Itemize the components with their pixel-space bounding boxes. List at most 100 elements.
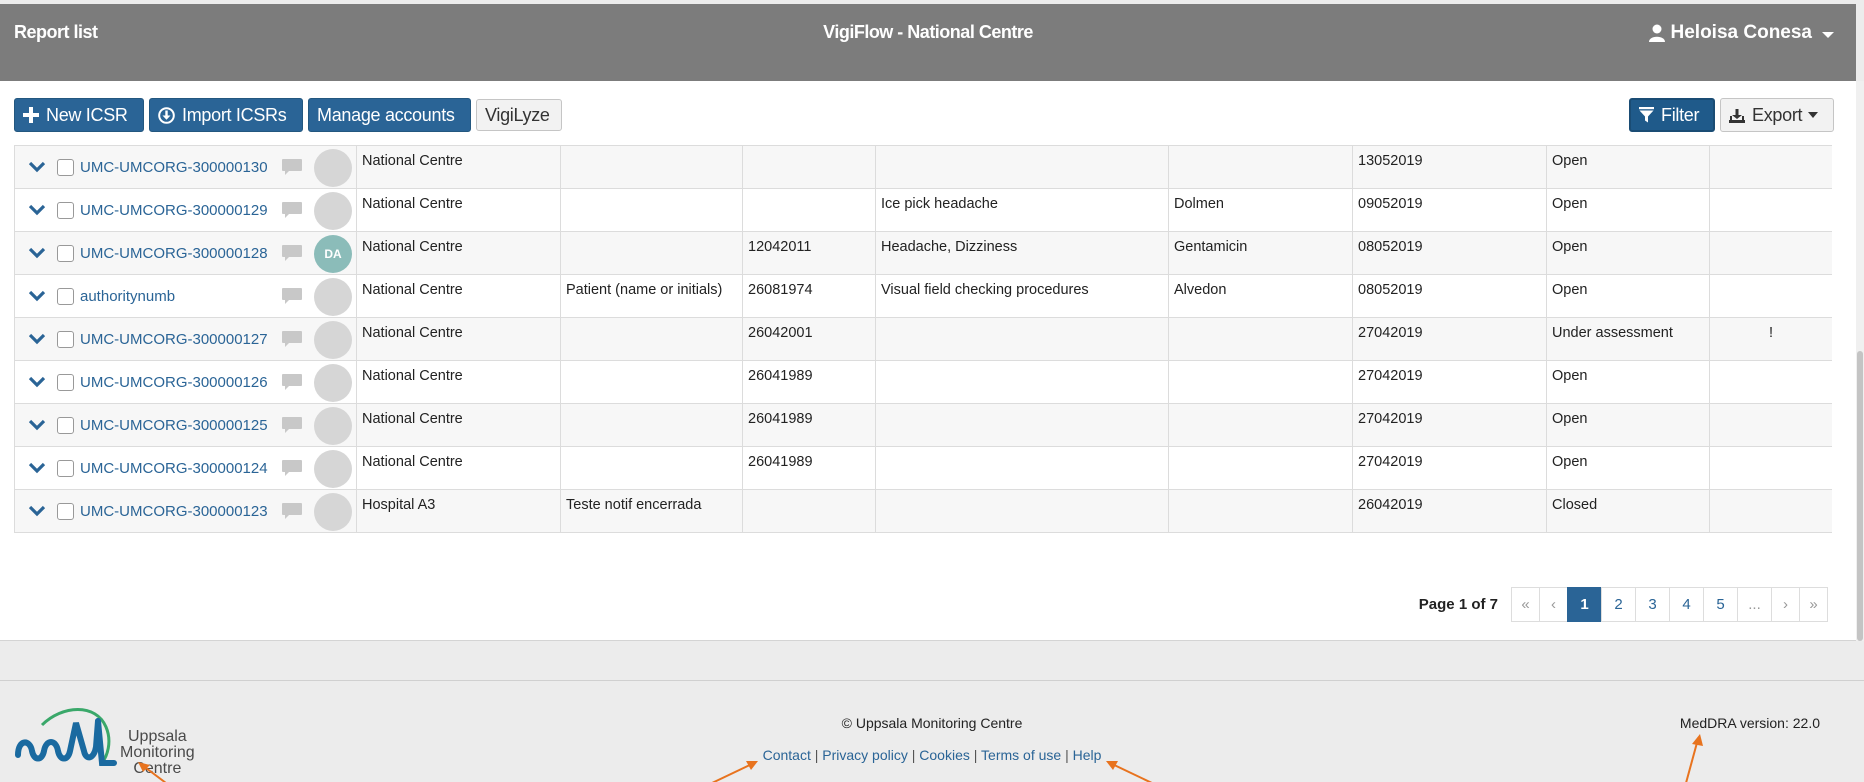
comment-icon[interactable] xyxy=(282,202,302,218)
table-row[interactable]: authoritynumb National Centre Patient (nam… xyxy=(14,274,1832,318)
row-checkbox[interactable] xyxy=(57,330,74,348)
row-checkbox[interactable] xyxy=(57,502,74,520)
chevron-down-icon[interactable] xyxy=(29,290,45,302)
privacy-policy-link[interactable]: Privacy policy xyxy=(822,747,908,763)
cell-flag xyxy=(1709,446,1832,490)
cell-dob: 26041989 xyxy=(742,360,876,404)
row-checkbox[interactable] xyxy=(57,244,74,262)
cell-date: 08052019 xyxy=(1352,231,1547,275)
table-row[interactable]: UMC-UMCORG-300000124 National Centre 26041… xyxy=(14,446,1832,490)
comment-icon[interactable] xyxy=(282,374,302,390)
row-controls-cell: UMC-UMCORG-300000129 xyxy=(14,188,357,232)
help-link[interactable]: Help xyxy=(1073,747,1102,763)
chevron-down-icon[interactable] xyxy=(29,204,45,216)
table-row[interactable]: UMC-UMCORG-300000129 National Centre Ice p… xyxy=(14,188,1832,232)
contact-link[interactable]: Contact xyxy=(763,747,811,763)
row-controls-cell: authoritynumb xyxy=(14,274,357,318)
next-page-button[interactable]: › xyxy=(1771,587,1800,622)
manage-accounts-button[interactable]: Manage accounts xyxy=(308,98,471,132)
table-row[interactable]: UMC-UMCORG-300000128 DA National Centre 120… xyxy=(14,231,1832,275)
cell-drug xyxy=(1168,317,1353,361)
chevron-down-icon[interactable] xyxy=(29,161,45,173)
row-checkbox[interactable] xyxy=(57,287,74,305)
filter-label: Filter xyxy=(1661,104,1700,125)
first-page-button[interactable]: « xyxy=(1511,587,1540,622)
chevron-down-icon[interactable] xyxy=(29,505,45,517)
row-controls: authoritynumb xyxy=(16,276,356,317)
avatar xyxy=(314,364,352,402)
table-row[interactable]: UMC-UMCORG-300000123 Hospital A3 Teste not… xyxy=(14,489,1832,533)
comment-icon[interactable] xyxy=(282,245,302,261)
last-page-button[interactable]: » xyxy=(1799,587,1828,622)
table-row[interactable]: UMC-UMCORG-300000130 National Centre 13052… xyxy=(14,145,1832,189)
cookies-link[interactable]: Cookies xyxy=(919,747,970,763)
avatar xyxy=(314,278,352,316)
comment-icon[interactable] xyxy=(282,417,302,433)
page-1-button[interactable]: 1 xyxy=(1567,587,1602,622)
page-4-button[interactable]: 4 xyxy=(1669,587,1704,622)
user-icon xyxy=(1648,24,1665,42)
page-3-button[interactable]: 3 xyxy=(1635,587,1670,622)
comment-icon[interactable] xyxy=(282,331,302,347)
import-icsrs-button[interactable]: Import ICSRs xyxy=(149,98,303,132)
page-5-button[interactable]: 5 xyxy=(1703,587,1738,622)
report-id-link[interactable]: UMC-UMCORG-300000130 xyxy=(80,159,280,176)
cell-status: Open xyxy=(1546,403,1710,447)
comment-icon[interactable] xyxy=(282,159,302,175)
cell-drug xyxy=(1168,403,1353,447)
report-id-link[interactable]: UMC-UMCORG-300000128 xyxy=(80,245,280,262)
table-row[interactable]: UMC-UMCORG-300000125 National Centre 26041… xyxy=(14,403,1832,447)
chevron-down-icon[interactable] xyxy=(29,376,45,388)
new-icsr-button[interactable]: New ICSR xyxy=(14,98,144,132)
cell-patient: Teste notif encerrada xyxy=(560,489,743,533)
table-row[interactable]: UMC-UMCORG-300000126 National Centre 26041… xyxy=(14,360,1832,404)
annotation-arrow-icon xyxy=(1685,734,1703,782)
page-2-button[interactable]: 2 xyxy=(1601,587,1636,622)
cell-drug: Alvedon xyxy=(1168,274,1353,318)
filter-button[interactable]: Filter xyxy=(1629,98,1715,132)
row-controls-cell: UMC-UMCORG-300000128 DA xyxy=(14,231,357,275)
logo-text-line: Uppsala xyxy=(128,728,187,745)
row-controls: UMC-UMCORG-300000124 xyxy=(16,448,356,489)
prev-page-button[interactable]: ‹ xyxy=(1539,587,1568,622)
comment-icon[interactable] xyxy=(282,288,302,304)
row-controls-cell: UMC-UMCORG-300000130 xyxy=(14,145,357,189)
row-checkbox[interactable] xyxy=(57,373,74,391)
cell-reaction xyxy=(875,145,1169,189)
cell-flag xyxy=(1709,274,1832,318)
terms-of-use-link[interactable]: Terms of use xyxy=(981,747,1061,763)
cell-dob: 26081974 xyxy=(742,274,876,318)
row-checkbox[interactable] xyxy=(57,459,74,477)
chevron-down-icon[interactable] xyxy=(29,247,45,259)
report-id-link[interactable]: UMC-UMCORG-300000129 xyxy=(80,202,280,219)
user-menu[interactable]: Heloisa Conesa xyxy=(1648,22,1834,44)
report-id-link[interactable]: UMC-UMCORG-300000127 xyxy=(80,331,280,348)
report-id-link[interactable]: UMC-UMCORG-300000125 xyxy=(80,417,280,434)
report-id-link[interactable]: authoritynumb xyxy=(80,288,280,305)
comment-icon[interactable] xyxy=(282,503,302,519)
cell-flag xyxy=(1709,231,1832,275)
report-id-link[interactable]: UMC-UMCORG-300000126 xyxy=(80,374,280,391)
report-id-link[interactable]: UMC-UMCORG-300000124 xyxy=(80,460,280,477)
row-checkbox[interactable] xyxy=(57,201,74,219)
row-controls: UMC-UMCORG-300000130 xyxy=(16,147,356,188)
app-title: VigiFlow - National Centre xyxy=(823,22,1033,42)
report-id-link[interactable]: UMC-UMCORG-300000123 xyxy=(80,503,280,520)
link-separator: | xyxy=(1065,747,1069,763)
vigilyze-button[interactable]: VigiLyze xyxy=(476,99,562,131)
footer: Uppsala Monitoring Centre © Uppsala Moni… xyxy=(0,680,1864,782)
table-row[interactable]: UMC-UMCORG-300000127 National Centre 26042… xyxy=(14,317,1832,361)
chevron-down-icon[interactable] xyxy=(29,333,45,345)
cell-status: Under assessment xyxy=(1546,317,1710,361)
scrollbar-thumb[interactable] xyxy=(1857,351,1863,641)
row-checkbox[interactable] xyxy=(57,416,74,434)
chevron-down-icon[interactable] xyxy=(29,419,45,431)
cell-org: Hospital A3 xyxy=(356,489,561,533)
comment-icon[interactable] xyxy=(282,460,302,476)
row-checkbox[interactable] xyxy=(57,158,74,176)
chevron-down-icon[interactable] xyxy=(29,462,45,474)
cell-org: National Centre xyxy=(356,274,561,318)
cell-flag xyxy=(1709,145,1832,189)
vertical-scrollbar[interactable] xyxy=(1856,81,1864,641)
export-button[interactable]: Export xyxy=(1720,98,1834,132)
